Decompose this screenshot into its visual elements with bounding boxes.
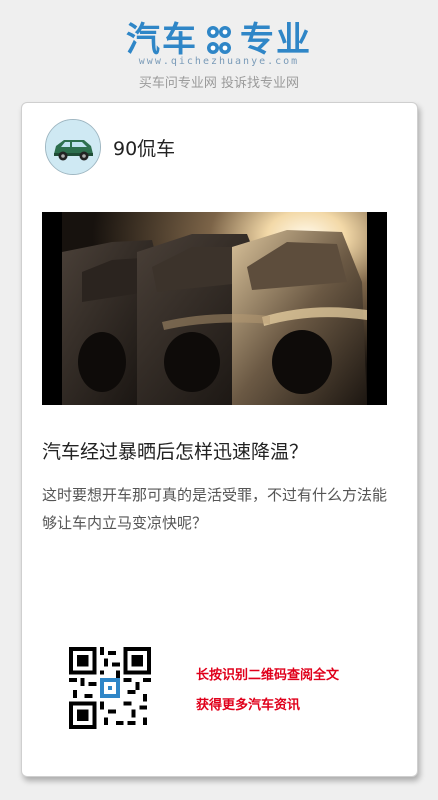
gear-cluster-icon [204,23,234,57]
article-summary: 这时要想开车那可真的是活受罪，不过有什么方法能够让车内立马变凉快呢？ [42,486,388,532]
logo-text-right: 专业 [240,20,312,60]
site-slogan: 买车问专业网 投诉找专业网 [138,76,300,91]
article-cover-image[interactable] [42,212,387,405]
author-avatar[interactable] [45,119,101,175]
author-name[interactable]: 90侃车 [113,134,175,161]
article-card: 90侃车 汽车经过暴晒后怎样迅速降温？ 这时要想开车那可真的是活受罪，不过有什么… [21,102,418,777]
site-domain: www.qichezhuanye.com [138,56,300,67]
article-title[interactable]: 汽车经过暴晒后怎样迅速降温？ [42,439,387,465]
qr-promo-text: 获得更多汽车资讯 [196,698,301,713]
qr-instruction: 长按识别二维码查阅全文 [196,668,340,683]
car-icon [46,120,100,174]
qr-code [69,647,151,729]
site-header: 汽车 专业 www.qichezhuanye.com 买车问专业网 投诉找专业网 [0,0,438,100]
logo-text-left: 汽车 [126,20,198,60]
site-logo[interactable]: 汽车 专业 [0,20,438,60]
